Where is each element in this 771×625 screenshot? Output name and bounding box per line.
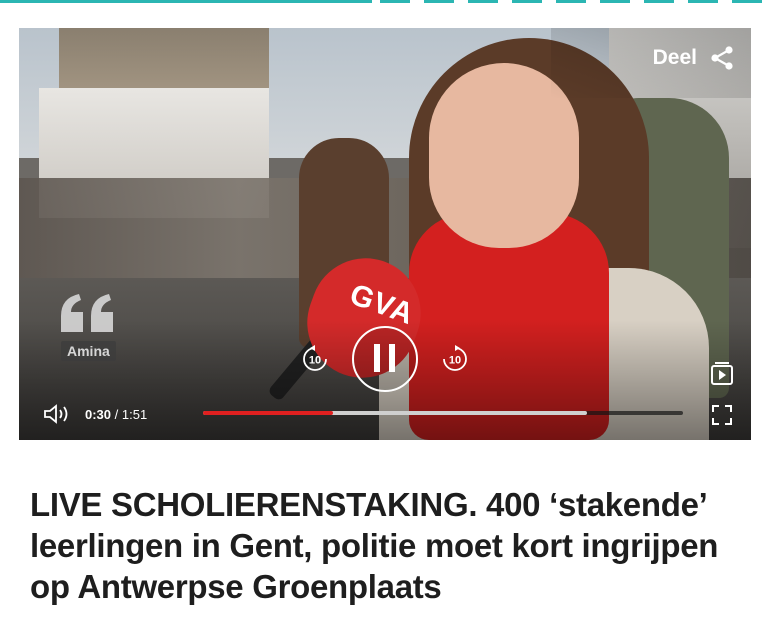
rewind-10-icon[interactable]: 10	[300, 344, 330, 374]
pause-icon	[374, 344, 380, 372]
pause-button[interactable]	[352, 326, 418, 392]
forward-10-icon[interactable]: 10	[440, 344, 470, 374]
accent-segment-dashed	[380, 0, 771, 3]
time-display: 0:30 / 1:51	[85, 407, 147, 422]
control-bar: 0:30 / 1:51	[19, 399, 751, 429]
accent-segment	[0, 0, 372, 3]
share-label: Deel	[652, 46, 697, 69]
share-icon	[711, 46, 733, 70]
fullscreen-icon[interactable]	[711, 404, 733, 426]
top-accent-bar	[0, 0, 771, 3]
playback-controls: 10 10	[295, 325, 495, 395]
progress-bar[interactable]	[203, 411, 683, 415]
video-player[interactable]: GVA Deel Amina 10 10 0:30 / 1:51	[19, 28, 751, 440]
playlist-icon[interactable]	[710, 360, 734, 386]
quote-icon	[61, 294, 113, 332]
share-button[interactable]: Deel	[653, 45, 735, 71]
played-fill	[203, 411, 333, 415]
time-separator: /	[114, 407, 119, 422]
duration: 1:51	[121, 407, 148, 422]
forward-seconds: 10	[449, 355, 461, 367]
volume-icon[interactable]	[43, 403, 71, 425]
current-time: 0:30	[85, 407, 112, 422]
speaker-name-label: Amina	[61, 341, 116, 361]
rewind-seconds: 10	[309, 355, 321, 367]
article-headline[interactable]: LIVE SCHOLIERENSTAKING. 400 ‘stakende’ l…	[30, 484, 750, 607]
